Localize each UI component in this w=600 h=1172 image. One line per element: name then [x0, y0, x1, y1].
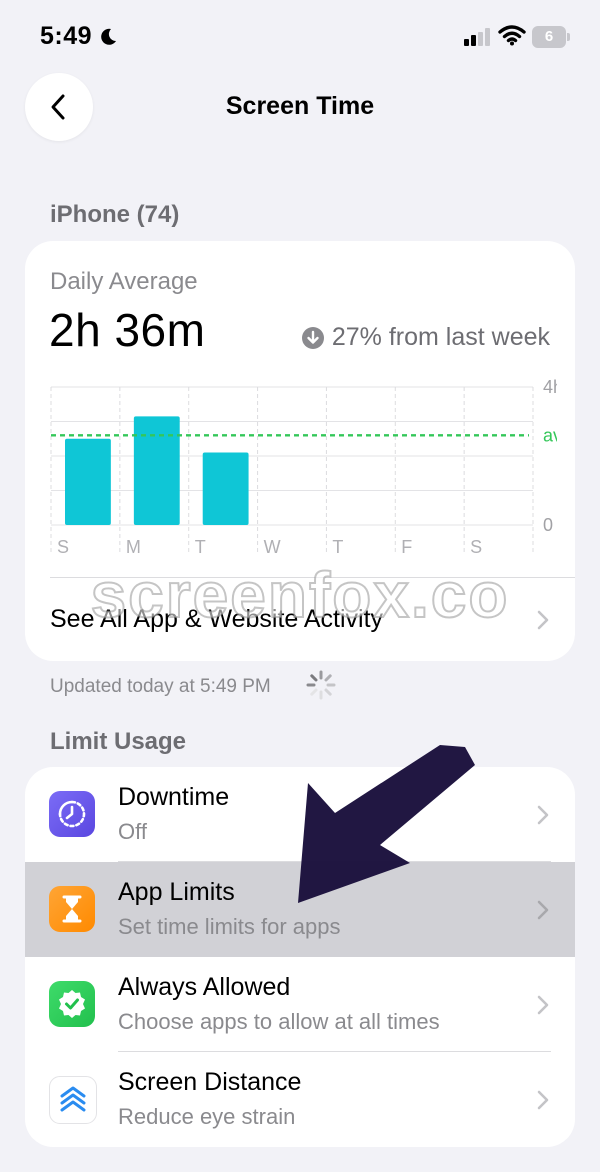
downtime-icon	[49, 791, 95, 837]
app-limits-row[interactable]: App Limits Set time limits for apps	[25, 862, 575, 957]
arrow-down-circle-icon	[301, 326, 324, 349]
battery-level: 6	[544, 28, 554, 45]
summary-card: Daily Average 2h 36m 27% from last week …	[25, 241, 575, 661]
hourglass-icon	[49, 886, 95, 932]
see-all-activity-label: See All App & Website Activity	[50, 605, 384, 633]
see-all-activity-row[interactable]: See All App & Website Activity	[25, 577, 575, 661]
always-allowed-title: Always Allowed	[118, 973, 291, 1001]
downtime-title: Downtime	[118, 783, 230, 811]
chevron-right-icon	[537, 610, 549, 630]
chevron-right-icon	[537, 995, 549, 1015]
always-allowed-subtitle: Choose apps to allow at all times	[118, 1009, 440, 1034]
bar-0	[65, 438, 111, 525]
daily-average-value: 2h 36m	[49, 304, 206, 356]
limit-usage-header: Limit Usage	[50, 728, 187, 755]
bar-2	[202, 452, 249, 525]
day-label: T	[195, 537, 206, 557]
day-label: F	[401, 537, 412, 557]
limit-usage-card: Downtime Off App Limits Set time limits …	[25, 767, 575, 1147]
chevron-right-icon	[537, 1090, 549, 1110]
screen-distance-row[interactable]: Screen Distance Reduce eye strain	[25, 1052, 575, 1147]
downtime-row[interactable]: Downtime Off	[25, 767, 575, 862]
day-label: M	[126, 537, 141, 557]
app-limits-subtitle: Set time limits for apps	[118, 914, 341, 939]
battery-icon: 6	[532, 26, 570, 48]
loading-spinner-icon	[306, 670, 336, 700]
weekly-change: 27% from last week	[301, 323, 550, 352]
status-time: 5:49	[40, 22, 93, 50]
chevron-right-icon	[537, 805, 549, 825]
wifi-icon	[498, 24, 526, 51]
downtime-subtitle: Off	[118, 819, 147, 844]
screen-distance-icon	[49, 1076, 97, 1124]
screen-distance-title: Screen Distance	[118, 1068, 302, 1096]
moon-icon	[98, 27, 118, 52]
status-bar: 5:49 6	[0, 0, 600, 76]
page-title: Screen Time	[225, 92, 375, 120]
always-allowed-row[interactable]: Always Allowed Choose apps to allow at a…	[25, 957, 575, 1052]
updated-timestamp: Updated today at 5:49 PM	[50, 676, 271, 697]
screen-distance-subtitle: Reduce eye strain	[118, 1104, 296, 1129]
day-label: T	[332, 537, 343, 557]
bar-1	[133, 416, 180, 525]
y-tick-label: 0	[543, 515, 553, 535]
day-label: S	[57, 537, 69, 557]
day-label: W	[264, 537, 281, 557]
device-section-header: iPhone (74)	[50, 201, 180, 228]
avg-label: avg	[543, 425, 557, 445]
y-tick-label: 4h	[543, 379, 557, 397]
chevron-right-icon	[537, 900, 549, 920]
weekly-change-text: 27% from last week	[331, 323, 550, 351]
app-limits-title: App Limits	[118, 878, 235, 906]
daily-average-label: Daily Average	[50, 268, 198, 295]
day-label: S	[470, 537, 482, 557]
cellular-signal-icon	[464, 28, 492, 51]
usage-chart: 4h avg 0 S M T W T F S	[50, 379, 557, 557]
checkmark-badge-icon	[49, 981, 95, 1027]
